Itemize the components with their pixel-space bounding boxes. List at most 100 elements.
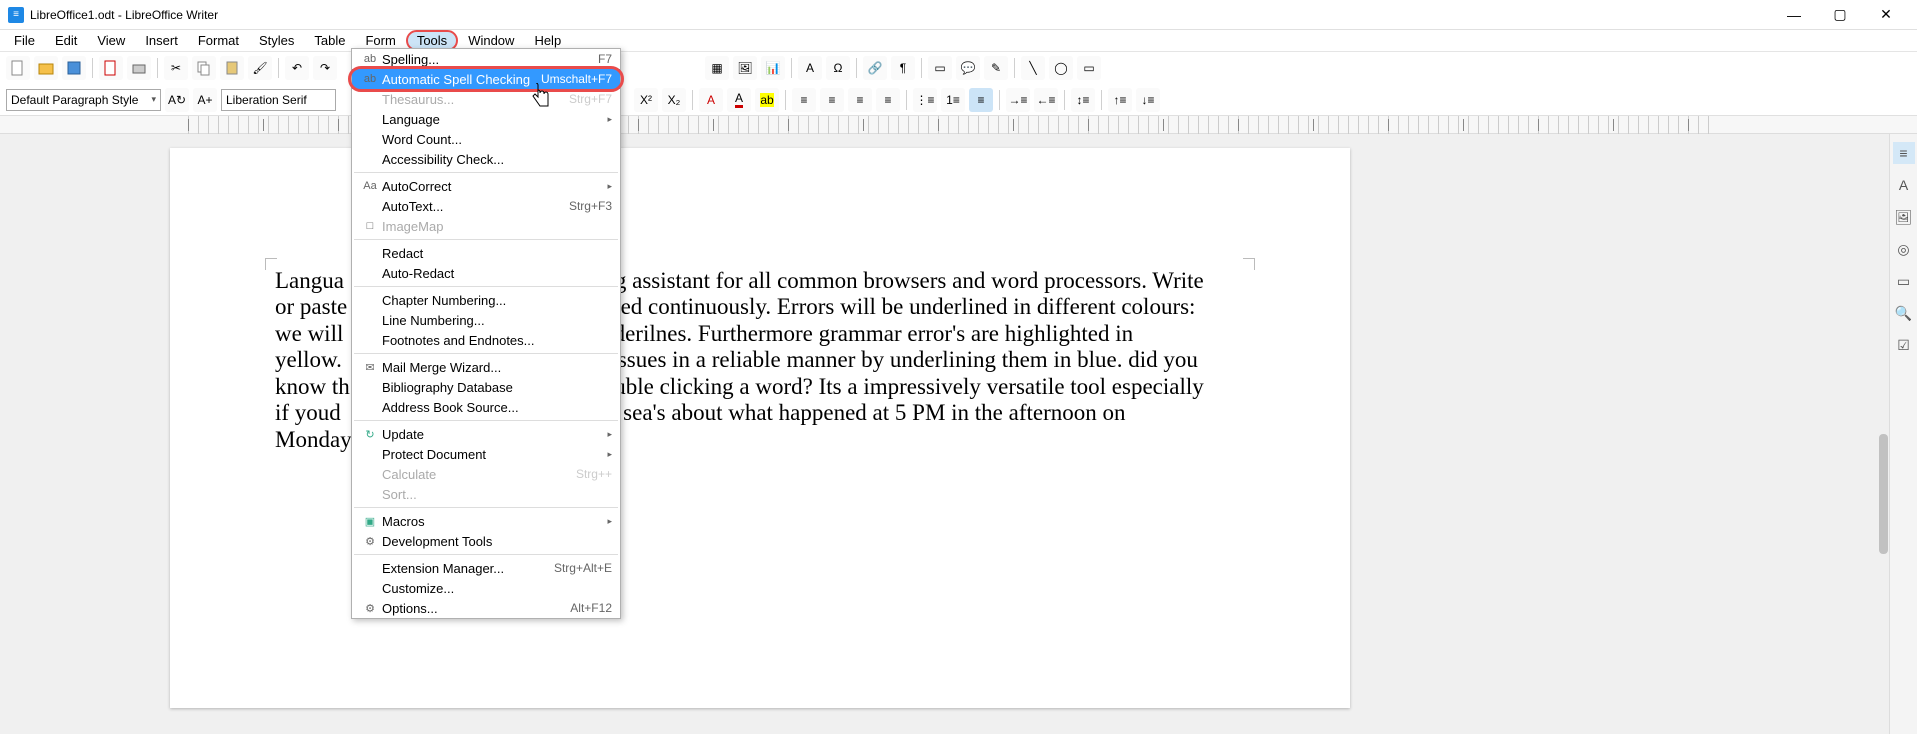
- menu-item-autocorrect[interactable]: AaAutoCorrect▸: [352, 176, 620, 196]
- document-area: Langua ing assistant for all common brow…: [0, 134, 1917, 734]
- export-pdf-button[interactable]: [99, 56, 123, 80]
- image-button[interactable]: 🖼: [733, 56, 757, 80]
- chart-button[interactable]: 📊: [761, 56, 785, 80]
- new-button[interactable]: [6, 56, 30, 80]
- menu-item-spelling[interactable]: abSpelling...F7: [352, 49, 620, 69]
- print-button[interactable]: [127, 56, 151, 80]
- update-style-button[interactable]: A↻: [165, 88, 189, 112]
- menu-item-accessibility[interactable]: Accessibility Check...: [352, 149, 620, 169]
- menu-item-protect[interactable]: Protect Document▸: [352, 444, 620, 464]
- footnote-button[interactable]: ¶: [891, 56, 915, 80]
- font-color-button[interactable]: A: [727, 88, 751, 112]
- highlight-button[interactable]: ab: [755, 88, 779, 112]
- menu-insert[interactable]: Insert: [135, 31, 188, 50]
- align-right-button[interactable]: ≡: [848, 88, 872, 112]
- subscript-button[interactable]: X₂: [662, 88, 686, 112]
- para-below-button[interactable]: ↓≡: [1136, 88, 1160, 112]
- draw-functions-button[interactable]: ▭: [1077, 56, 1101, 80]
- paste-button[interactable]: [220, 56, 244, 80]
- menu-item-mail-merge[interactable]: ✉Mail Merge Wizard...: [352, 357, 620, 377]
- sidebar-gallery-button[interactable]: 🖼: [1893, 206, 1915, 228]
- crop-mark-icon: [265, 258, 277, 270]
- menu-item-word-count[interactable]: Word Count...: [352, 129, 620, 149]
- sidebar-styles-button[interactable]: A: [1893, 174, 1915, 196]
- menu-view[interactable]: View: [87, 31, 135, 50]
- vertical-scrollbar[interactable]: [1879, 134, 1888, 734]
- menu-item-extension-manager[interactable]: Extension Manager...Strg+Alt+E: [352, 558, 620, 578]
- menu-item-bibliography[interactable]: Bibliography Database: [352, 377, 620, 397]
- clone-format-button[interactable]: 🖌: [248, 56, 272, 80]
- cut-button[interactable]: ✂: [164, 56, 188, 80]
- menu-item-address-book[interactable]: Address Book Source...: [352, 397, 620, 417]
- menu-item-chapter-numbering[interactable]: Chapter Numbering...: [352, 290, 620, 310]
- sidebar-navigator-button[interactable]: ◎: [1893, 238, 1915, 260]
- menu-item-macros[interactable]: ▣Macros▸: [352, 511, 620, 531]
- maximize-button[interactable]: ▢: [1817, 0, 1863, 30]
- macros-icon: ▣: [360, 515, 380, 528]
- menu-item-customize[interactable]: Customize...: [352, 578, 620, 598]
- menu-edit[interactable]: Edit: [45, 31, 87, 50]
- shapes-button[interactable]: ◯: [1049, 56, 1073, 80]
- sidebar-page-button[interactable]: ▭: [1893, 270, 1915, 292]
- table-button[interactable]: ▦: [705, 56, 729, 80]
- line-spacing-button[interactable]: ↕≡: [1071, 88, 1095, 112]
- paragraph-style-value: Default Paragraph Style: [11, 93, 138, 107]
- menu-item-language[interactable]: Language▸: [352, 109, 620, 129]
- copy-button[interactable]: [192, 56, 216, 80]
- scrollbar-thumb[interactable]: [1879, 434, 1888, 554]
- align-left-button[interactable]: ≡: [792, 88, 816, 112]
- gear-icon: ⚙: [360, 602, 380, 615]
- sidebar-properties-button[interactable]: ≡: [1893, 142, 1915, 164]
- sidebar: ≡ A 🖼 ◎ ▭ 🔍 ☑: [1889, 134, 1917, 734]
- menu-item-auto-redact[interactable]: Auto-Redact: [352, 263, 620, 283]
- menu-file[interactable]: File: [4, 31, 45, 50]
- menu-item-options[interactable]: ⚙Options...Alt+F12: [352, 598, 620, 618]
- new-style-button[interactable]: A+: [193, 88, 217, 112]
- autospell-icon: ab: [360, 73, 380, 85]
- outline-button[interactable]: ≡: [969, 88, 993, 112]
- menu-item-update[interactable]: ↻Update▸: [352, 424, 620, 444]
- menu-item-autotext[interactable]: AutoText...Strg+F3: [352, 196, 620, 216]
- menu-item-calculate: CalculateStrg++: [352, 464, 620, 484]
- para-above-button[interactable]: ↑≡: [1108, 88, 1132, 112]
- page[interactable]: Langua ing assistant for all common brow…: [170, 148, 1350, 708]
- hyperlink-button[interactable]: 🔗: [863, 56, 887, 80]
- sidebar-manage-button[interactable]: ☑: [1893, 334, 1915, 356]
- page-break-button[interactable]: A: [798, 56, 822, 80]
- horizontal-ruler[interactable]: [0, 116, 1917, 134]
- save-button[interactable]: [62, 56, 86, 80]
- menubar: File Edit View Insert Format Styles Tabl…: [0, 30, 1917, 52]
- decrease-indent-button[interactable]: ←≡: [1034, 88, 1058, 112]
- menu-format[interactable]: Format: [188, 31, 249, 50]
- track-changes-button[interactable]: ✎: [984, 56, 1008, 80]
- menu-item-redact[interactable]: Redact: [352, 243, 620, 263]
- undo-button[interactable]: ↶: [285, 56, 309, 80]
- menu-item-footnotes[interactable]: Footnotes and Endnotes...: [352, 330, 620, 350]
- special-char-button[interactable]: Ω: [826, 56, 850, 80]
- open-button[interactable]: [34, 56, 58, 80]
- tools-menu-popup: abSpelling...F7 abAutomatic Spell Checki…: [351, 48, 621, 619]
- justify-button[interactable]: ≡: [876, 88, 900, 112]
- menu-item-line-numbering[interactable]: Line Numbering...: [352, 310, 620, 330]
- titlebar: ≡ LibreOffice1.odt - LibreOffice Writer …: [0, 0, 1917, 30]
- menu-item-auto-spell-check[interactable]: abAutomatic Spell CheckingUmschalt+F7: [352, 69, 620, 89]
- align-center-button[interactable]: ≡: [820, 88, 844, 112]
- sidebar-inspector-button[interactable]: 🔍: [1893, 302, 1915, 324]
- line-button[interactable]: ╲: [1021, 56, 1045, 80]
- bullet-list-button[interactable]: ⋮≡: [913, 88, 937, 112]
- menu-styles[interactable]: Styles: [249, 31, 304, 50]
- superscript-button[interactable]: X²: [634, 88, 658, 112]
- close-button[interactable]: ✕: [1863, 0, 1909, 30]
- font-name-select[interactable]: Liberation Serif: [221, 89, 336, 111]
- menu-item-imagemap: □ImageMap: [352, 216, 620, 236]
- menu-item-dev-tools[interactable]: ⚙Development Tools: [352, 531, 620, 551]
- clear-format-button[interactable]: A: [699, 88, 723, 112]
- number-list-button[interactable]: 1≡: [941, 88, 965, 112]
- redo-button[interactable]: ↷: [313, 56, 337, 80]
- paragraph-style-select[interactable]: Default Paragraph Style ▾: [6, 89, 161, 111]
- comment-button[interactable]: 💬: [956, 56, 980, 80]
- increase-indent-button[interactable]: →≡: [1006, 88, 1030, 112]
- menu-table[interactable]: Table: [304, 31, 355, 50]
- header-button[interactable]: ▭: [928, 56, 952, 80]
- minimize-button[interactable]: ―: [1771, 0, 1817, 30]
